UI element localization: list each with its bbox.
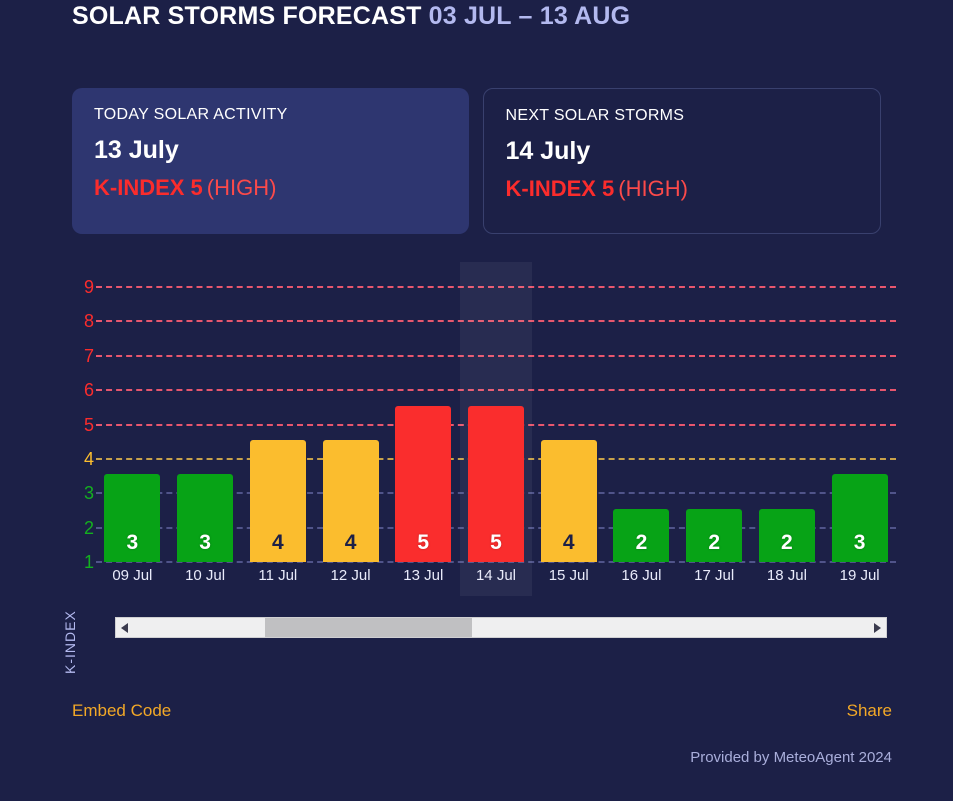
- card-today-solar-activity: TODAY SOLAR ACTIVITY 13 July K-INDEX 5 (H…: [72, 88, 469, 234]
- chart-bar-value-label: 3: [199, 531, 211, 554]
- scroll-right-arrow-icon[interactable]: [869, 618, 886, 637]
- card-kindex-label: K-INDEX 5: [94, 175, 203, 200]
- page-title-date-range: 03 JUL – 13 AUG: [428, 2, 631, 30]
- summary-cards: TODAY SOLAR ACTIVITY 13 July K-INDEX 5 (H…: [72, 88, 881, 234]
- chart-bars: 3 09 Jul 3 10 Jul 4 11 Jul 4 12 Jul 5 13 Jul 5 14 J…: [96, 262, 896, 596]
- x-axis-tick-label: 10 Jul: [185, 567, 226, 584]
- kindex-bar-chart: 123456789 3 09 Jul 3 10 Jul 4 11 Jul 4 12 Jul 5 1…: [0, 262, 953, 674]
- card-title: NEXT SOLAR STORMS: [505, 107, 685, 124]
- card-next-solar-storms: NEXT SOLAR STORMS 14 July K-INDEX 5 (HIGH…: [482, 88, 881, 234]
- chart-bar[interactable]: 5: [467, 405, 524, 562]
- page-title: SOLAR STORMS FORECAST 03 JUL – 13 AUG: [72, 2, 630, 31]
- card-kindex-label: K-INDEX 5: [505, 176, 615, 201]
- page-title-text: SOLAR STORMS FORECAST: [72, 2, 422, 30]
- y-axis-tick: 1: [83, 552, 94, 572]
- y-axis-ticks: 1 2 3 4 5 6 7 8 9: [60, 262, 94, 582]
- chart-bar[interactable]: 3: [104, 474, 161, 562]
- chart-bar-group[interactable]: 5 14 Jul: [460, 262, 533, 602]
- y-axis-tick: 3: [83, 483, 94, 504]
- chart-bar-value-label: 3: [126, 531, 139, 554]
- x-axis-tick-label: 19 Jul: [839, 567, 880, 584]
- chart-bar[interactable]: 5: [395, 405, 452, 562]
- x-axis-tick-label: 11 Jul: [258, 567, 298, 584]
- y-axis-tick: 7: [83, 345, 94, 366]
- chart-bar[interactable]: 3: [177, 474, 234, 562]
- chart-bar-group[interactable]: 3 10 Jul: [169, 262, 242, 602]
- scrollbar-track[interactable]: [133, 618, 869, 637]
- chart-bar[interactable]: 3: [831, 474, 888, 562]
- card-kindex: K-INDEX 5 (HIGH): [506, 176, 859, 202]
- chart-bar-group[interactable]: 5 13 Jul: [387, 262, 460, 602]
- card-kindex-level: (HIGH): [206, 175, 277, 200]
- chart-bar[interactable]: 2: [686, 508, 743, 562]
- x-axis-tick-label: 15 Jul: [548, 567, 589, 584]
- chart-bar-group[interactable]: 4 12 Jul: [314, 262, 387, 602]
- chart-horizontal-scrollbar[interactable]: [115, 617, 887, 638]
- embed-code-link[interactable]: Embed Code: [72, 701, 171, 721]
- chart-bar[interactable]: 4: [249, 439, 306, 562]
- card-title: TODAY SOLAR ACTIVITY: [94, 106, 288, 123]
- chart-bar-group[interactable]: 3 09 Jul: [96, 262, 169, 602]
- y-axis-tick: 9: [83, 277, 94, 297]
- chart-bar-value-label: 2: [781, 531, 793, 554]
- card-kindex: K-INDEX 5 (HIGH): [94, 175, 447, 201]
- y-axis-tick: 4: [83, 448, 94, 469]
- chart-bar-value-label: 4: [271, 531, 284, 554]
- card-date: 13 July: [94, 136, 179, 164]
- chart-bar-group[interactable]: 4 15 Jul: [532, 262, 605, 602]
- y-axis-tick: 8: [83, 311, 94, 332]
- chart-bar-value-label: 4: [562, 531, 575, 554]
- x-axis-tick-label: 09 Jul: [112, 567, 153, 584]
- y-axis-title: K-INDEX: [62, 610, 78, 674]
- chart-bar-value-label: 2: [635, 531, 648, 554]
- y-axis-tick: 5: [83, 414, 94, 435]
- chart-bar[interactable]: 4: [540, 439, 597, 562]
- share-link[interactable]: Share: [847, 701, 892, 721]
- provided-by-text: Provided by MeteoAgent 2024: [690, 749, 892, 766]
- chart-bar-value-label: 5: [490, 531, 502, 554]
- chart-bar-group[interactable]: 4 11 Jul: [241, 262, 314, 602]
- x-axis-tick-label: 16 Jul: [621, 567, 662, 584]
- chart-bar[interactable]: 2: [758, 508, 815, 562]
- solar-storms-widget: SOLAR STORMS FORECAST 03 JUL – 13 AUG TOD…: [0, 0, 953, 801]
- chart-bar-value-label: 5: [417, 531, 430, 554]
- chart-bar-value-label: 3: [853, 531, 866, 554]
- y-axis-tick: 6: [83, 380, 94, 401]
- scroll-left-arrow-icon[interactable]: [116, 618, 133, 637]
- x-axis-tick-label: 13 Jul: [403, 567, 444, 584]
- card-date: 14 July: [505, 137, 591, 165]
- chart-bar-value-label: 2: [708, 531, 721, 554]
- chart-bar[interactable]: 4: [322, 439, 379, 562]
- scrollbar-thumb[interactable]: [265, 618, 472, 637]
- chart-bar[interactable]: 2: [613, 508, 670, 562]
- chart-bar-group[interactable]: 2 18 Jul: [751, 262, 824, 602]
- chart-bar-value-label: 4: [344, 531, 357, 554]
- x-axis-tick-label: 17 Jul: [694, 567, 735, 584]
- card-kindex-level: (HIGH): [618, 176, 688, 201]
- y-axis-tick: 2: [83, 517, 94, 538]
- x-axis-tick-label: 18 Jul: [766, 567, 807, 584]
- chart-bar-group[interactable]: 3 19 Jul: [823, 262, 896, 602]
- chart-bar-group[interactable]: 2 17 Jul: [678, 262, 751, 602]
- x-axis-tick-label: 12 Jul: [330, 567, 371, 584]
- chart-bar-group[interactable]: 2 16 Jul: [605, 262, 678, 602]
- x-axis-tick-label: 14 Jul: [475, 567, 516, 584]
